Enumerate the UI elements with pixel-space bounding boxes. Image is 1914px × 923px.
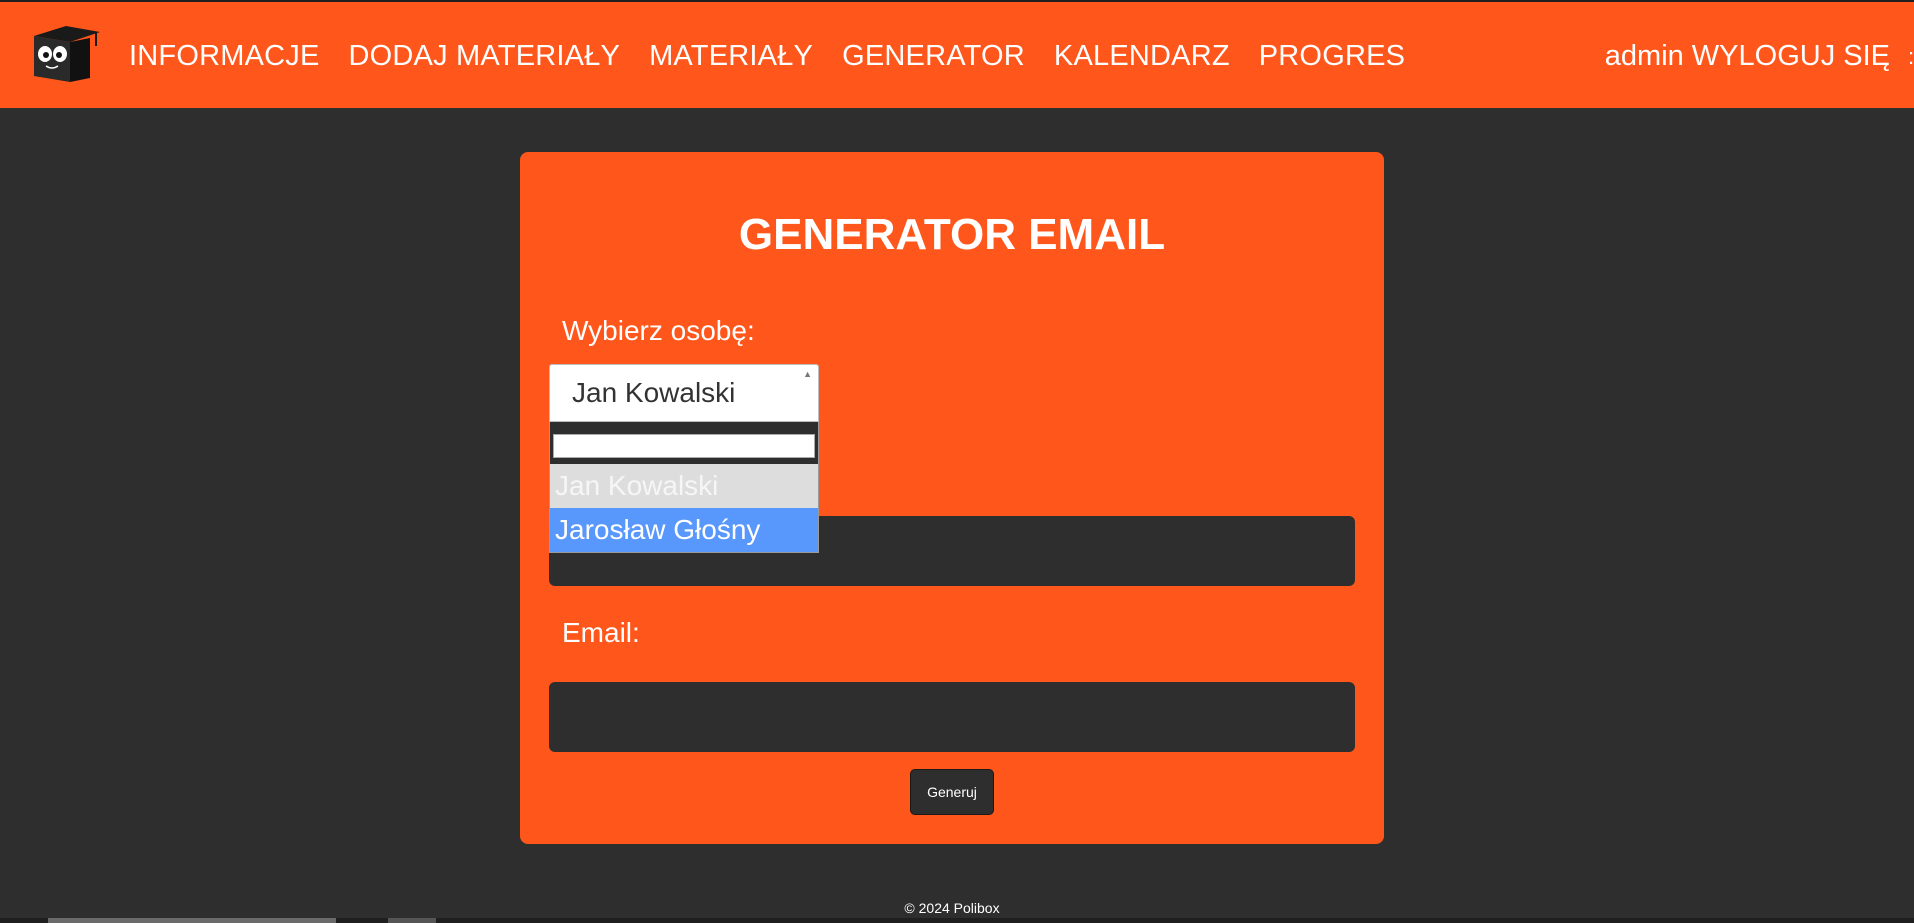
page-title: GENERATOR EMAIL xyxy=(738,210,1166,259)
overflow-clipped-text: : xyxy=(1908,44,1914,69)
dropdown-option-jan-kowalski[interactable]: Jan Kowalski xyxy=(550,464,818,508)
main-nav: INFORMACJE DODAJ MATERIAŁY MATERIAŁY GEN… xyxy=(129,2,1434,110)
person-select-value: Jan Kowalski xyxy=(572,377,736,408)
dropdown-search-input[interactable] xyxy=(553,434,815,458)
scrollbar-segment xyxy=(388,918,436,923)
horizontal-scrollbar[interactable] xyxy=(0,918,1914,923)
logout-link[interactable]: WYLOGUJ SIĘ xyxy=(1692,40,1890,73)
email-field[interactable] xyxy=(549,682,1355,752)
dropdown-search-wrap xyxy=(550,422,818,464)
owl-graduation-cap-icon[interactable] xyxy=(28,22,102,84)
nav-item-kalendarz[interactable]: KALENDARZ xyxy=(1054,40,1230,73)
user-area: admin WYLOGUJ SIĘ xyxy=(1605,2,1890,110)
chevron-up-icon: ▲ xyxy=(803,369,812,379)
person-dropdown: Jan Kowalski Jarosław Głośny xyxy=(549,422,819,553)
email-field-label: Email: xyxy=(562,617,640,648)
footer-copyright: © 2024 Polibox xyxy=(904,900,1000,916)
username-label: admin xyxy=(1604,39,1684,72)
person-field-label: Wybierz osobę: xyxy=(562,315,755,346)
dropdown-option-jaroslaw-glosny[interactable]: Jarosław Głośny xyxy=(550,508,818,552)
nav-item-informacje[interactable]: INFORMACJE xyxy=(129,40,320,73)
email-generator-card: GENERATOR EMAIL Wybierz osobę: Email: Ge… xyxy=(520,152,1384,844)
nav-item-progres[interactable]: PROGRES xyxy=(1259,40,1405,73)
top-navigation-bar: INFORMACJE DODAJ MATERIAŁY MATERIAŁY GEN… xyxy=(0,0,1914,108)
scrollbar-thumb[interactable] xyxy=(48,918,336,923)
nav-item-generator[interactable]: GENERATOR xyxy=(842,40,1025,73)
person-select[interactable]: Jan Kowalski ▲ xyxy=(549,364,819,422)
nav-item-dodaj-materialy[interactable]: DODAJ MATERIAŁY xyxy=(349,40,621,73)
generate-button[interactable]: Generuj xyxy=(910,769,994,815)
nav-item-materialy[interactable]: MATERIAŁY xyxy=(649,40,813,73)
